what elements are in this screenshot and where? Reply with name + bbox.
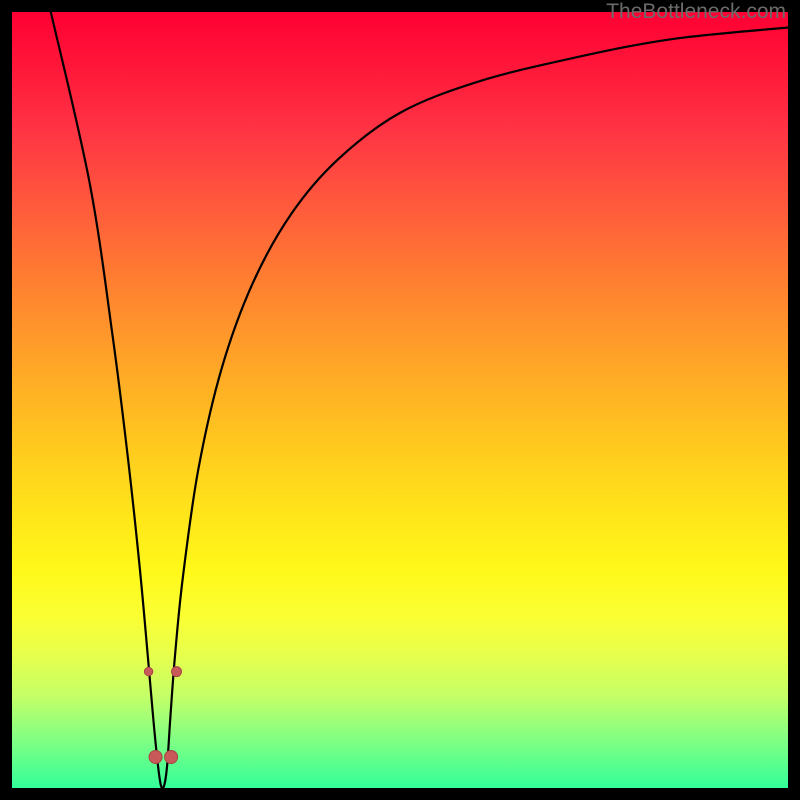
left-lower-blob	[149, 750, 162, 763]
right-upper-dot	[172, 667, 182, 677]
outer-frame: TheBottleneck.com	[0, 0, 800, 800]
left-upper-dot	[144, 667, 152, 675]
right-lower-blob	[165, 750, 178, 763]
chart-svg	[12, 12, 788, 788]
watermark-text: TheBottleneck.com	[606, 0, 786, 24]
bottleneck-curve	[51, 12, 788, 788]
